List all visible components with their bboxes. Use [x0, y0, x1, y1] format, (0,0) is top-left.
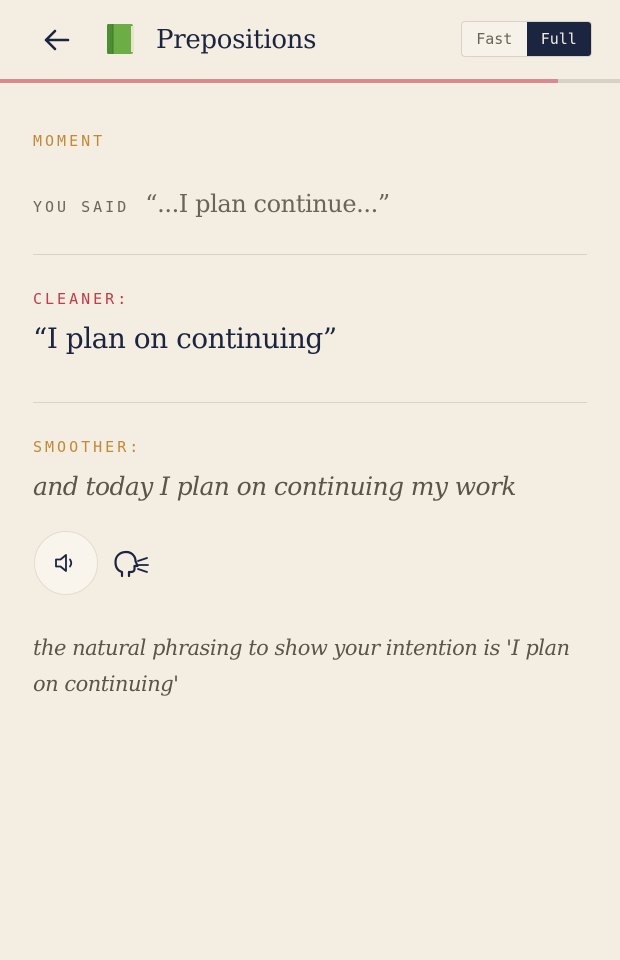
explanation-text: the natural phrasing to show your intent…	[33, 636, 570, 696]
arrow-left-icon	[44, 29, 70, 51]
you-said-row: YOU SAID “...I plan continue...”	[33, 190, 390, 218]
progress-bar	[0, 79, 620, 83]
speaking-head-icon	[114, 550, 149, 578]
back-button[interactable]	[38, 22, 74, 58]
cleaner-text: “I plan on continuing”	[33, 322, 337, 355]
mode-toggle: Fast Full	[461, 21, 592, 57]
mode-fast-button[interactable]: Fast	[462, 22, 527, 56]
mode-full-button[interactable]: Full	[526, 22, 591, 56]
you-said-label: YOU SAID	[33, 198, 130, 216]
top-bar: Prepositions Fast Full	[0, 0, 620, 83]
smoother-text: and today I plan on continuing my work	[33, 472, 516, 501]
page-title: Prepositions	[156, 25, 317, 55]
speak-practice-button[interactable]	[110, 545, 152, 583]
moment-label: MOMENT	[33, 132, 106, 150]
you-said-text: “...I plan continue...”	[145, 190, 390, 218]
play-audio-button[interactable]	[34, 531, 98, 595]
green-book-icon	[107, 24, 134, 54]
smoother-label: SMOOTHER:	[33, 438, 142, 456]
divider	[33, 254, 587, 255]
divider	[33, 402, 587, 403]
speaker-icon	[55, 554, 73, 572]
cleaner-label: CLEANER:	[33, 290, 130, 308]
progress-bar-fill	[0, 79, 558, 83]
